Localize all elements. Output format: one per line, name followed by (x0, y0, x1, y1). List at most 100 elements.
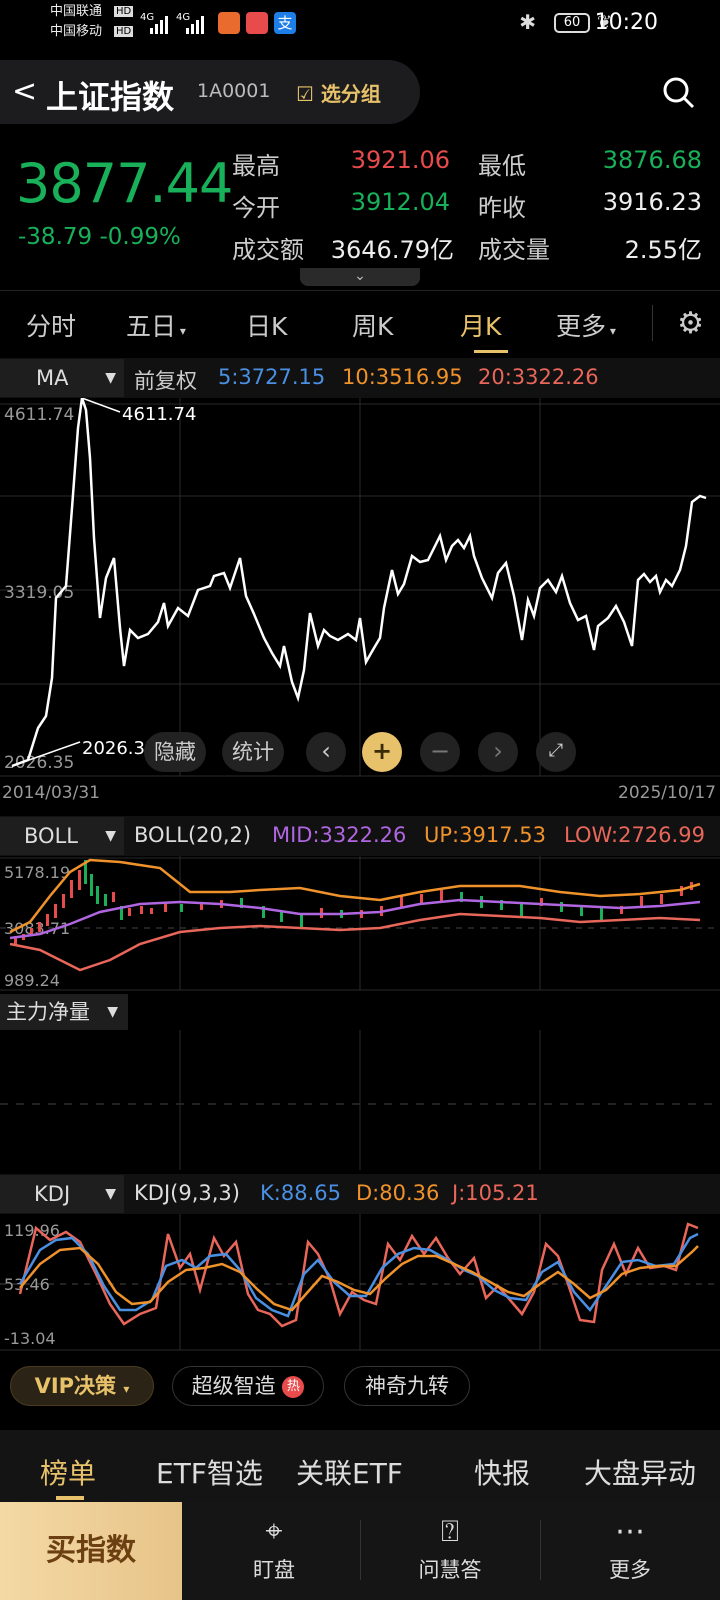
tab-monthly-k[interactable]: 月K (460, 307, 501, 343)
boll-selector[interactable]: BOLL ▼ (0, 817, 124, 855)
tab-market-move[interactable]: 大盘异动 (584, 1452, 696, 1492)
open-value: 3912.04 (350, 188, 450, 216)
vip-decision-chip[interactable]: VIP决策 ▾ (10, 1366, 154, 1406)
gear-icon[interactable]: ⚙ (677, 306, 704, 341)
check-square-icon: ☑ (296, 82, 314, 106)
expand-icon[interactable]: ⤢ (536, 732, 576, 772)
date-end: 2025/10/17 (618, 783, 716, 803)
chevron-down-icon: ⌄ (354, 268, 366, 284)
candles (14, 860, 693, 944)
next-icon[interactable]: › (478, 732, 518, 772)
app-icon-2 (246, 12, 268, 34)
hot-badge: 热 (282, 1376, 305, 1398)
volume-value: 2.55亿 (624, 236, 702, 264)
kdj-j: J:105.21 (452, 1181, 539, 1205)
change-value: -38.79 (18, 224, 93, 250)
select-group-button[interactable]: ☑ 选分组 (296, 78, 381, 107)
tab-related-etf[interactable]: 关联ETF (296, 1452, 403, 1492)
main-price-chart[interactable]: 4611.74 3319.05 2026.35 4611.74 2026.35 … (0, 398, 720, 810)
boll-name: BOLL(20,2) (134, 823, 252, 847)
price-change: -38.79 -0.99% (18, 224, 181, 250)
kdj-y-top: 119.96 (4, 1221, 60, 1240)
amount-label: 成交额 (232, 236, 304, 264)
prev-close-value: 3916.23 (602, 188, 702, 216)
expand-quote-button[interactable]: ⌄ (300, 268, 420, 286)
nine-turn-chip[interactable]: 神奇九转 (344, 1366, 470, 1406)
price-line (11, 398, 707, 768)
hide-button[interactable]: 隐藏 (144, 732, 206, 772)
active-tab-indicator (474, 350, 508, 353)
carrier-2: 中国移动 (50, 24, 103, 39)
tab-five-day[interactable]: 五日 ▾ (126, 307, 186, 343)
main-force-chart (0, 1030, 720, 1170)
ma20-value: 20:3322.26 (478, 365, 599, 389)
back-button[interactable]: < (12, 74, 37, 109)
tab-daily-k[interactable]: 日K (246, 307, 287, 343)
kdj-bar: KDJ ▼ KDJ(9,3,3) K:88.65 D:80.36 J:105.21 (0, 1174, 720, 1214)
dropdown-icon: ▼ (105, 828, 116, 844)
question-icon: ⍰ (441, 1514, 459, 1549)
ma-selector[interactable]: MA ▼ (0, 359, 124, 397)
nav-watch[interactable]: ⌖ 盯盘 (214, 1510, 334, 1584)
status-bar: 中国联通 中国移动 HD HD 4G 4G 支 ✱ 60 ❦ 10:20 (0, 0, 720, 50)
max-pointer (81, 398, 121, 413)
tab-ranking[interactable]: 榜单 (40, 1452, 96, 1492)
tab-more[interactable]: 更多 ▾ (556, 307, 616, 343)
nav-ask[interactable]: ⍰ 问慧答 (390, 1510, 510, 1584)
zoom-out-button[interactable]: − (420, 732, 460, 772)
index-code: 1A0001 (197, 80, 271, 102)
low-value: 3876.68 (602, 146, 702, 174)
zoom-in-button[interactable]: + (362, 732, 402, 772)
low-label: 最低 (478, 152, 526, 180)
tab-intraday[interactable]: 分时 (26, 307, 76, 343)
hd-badge-1: HD (114, 6, 134, 17)
boll-y-bottom: 989.24 (4, 971, 60, 990)
max-label: 4611.74 (122, 404, 196, 425)
crosshair-icon: ⌖ (265, 1514, 283, 1549)
dropdown-icon: ▼ (105, 370, 116, 386)
tab-news-flash[interactable]: 快报 (474, 1452, 530, 1492)
boll-bar: BOLL ▼ BOLL(20,2) MID:3322.26 UP:3917.53 … (0, 816, 720, 856)
active-tab-indicator (56, 1496, 84, 1500)
main-force-selector[interactable]: 主力净量 ▼ (0, 994, 128, 1030)
stats-button[interactable]: 统计 (222, 732, 284, 772)
title-bar: < 上证指数 1A0001 ☑ 选分组 (0, 60, 420, 124)
kdj-d: D:80.36 (356, 1181, 440, 1205)
kdj-chart[interactable]: 119.96 53.46 -13.04 (0, 1214, 720, 1352)
dropdown-icon: ▼ (105, 1186, 116, 1202)
period-tabs: 分时 五日 ▾ 日K 周K 月K 更多 ▾ (0, 290, 720, 358)
page-title: 上证指数 (46, 78, 175, 116)
nav-divider (360, 1520, 361, 1580)
buy-index-button[interactable]: 买指数 (0, 1502, 182, 1600)
tab-etf-select[interactable]: ETF智选 (156, 1452, 263, 1492)
prev-close-label: 昨收 (478, 194, 526, 222)
amount-value: 3646.79亿 (330, 236, 454, 264)
search-icon[interactable] (662, 76, 696, 110)
more-dots-icon: ⋯ (615, 1514, 645, 1549)
hd-badge-2: HD (114, 26, 134, 37)
nav-more[interactable]: ⋯ 更多 (570, 1510, 690, 1584)
bottom-tabs: 榜单 ETF智选 关联ETF 快报 大盘异动 (0, 1430, 720, 1502)
kdj-y-bottom: -13.04 (4, 1329, 56, 1348)
alipay-icon: 支 (274, 12, 296, 34)
boll-chart[interactable]: 5178.19 3083.71 989.24 (0, 856, 720, 992)
boll-lower-line (9, 912, 701, 972)
current-price: 3877.44 (16, 152, 233, 215)
change-percent: -0.99% (99, 224, 181, 250)
ma5-value: 5:3727.15 (218, 365, 326, 389)
boll-y-top: 5178.19 (4, 863, 70, 882)
battery-icon: 60 (554, 13, 590, 33)
y-mid-label: 3319.05 (4, 583, 74, 603)
tab-weekly-k[interactable]: 周K (352, 307, 393, 343)
prev-icon[interactable]: ‹ (306, 732, 346, 772)
bluetooth-icon: ✱ (519, 10, 536, 34)
kdj-selector[interactable]: KDJ ▼ (0, 1175, 124, 1213)
dropdown-icon: ▼ (107, 1004, 118, 1020)
open-label: 今开 (232, 194, 280, 222)
kdj-name: KDJ(9,3,3) (134, 1181, 240, 1205)
adjust-label[interactable]: 前复权 (134, 365, 197, 395)
super-chip[interactable]: 超级智造 热 (172, 1366, 324, 1406)
high-value: 3921.06 (350, 146, 450, 174)
boll-mid-line (9, 898, 701, 940)
carrier-1: 中国联通 (50, 4, 103, 19)
